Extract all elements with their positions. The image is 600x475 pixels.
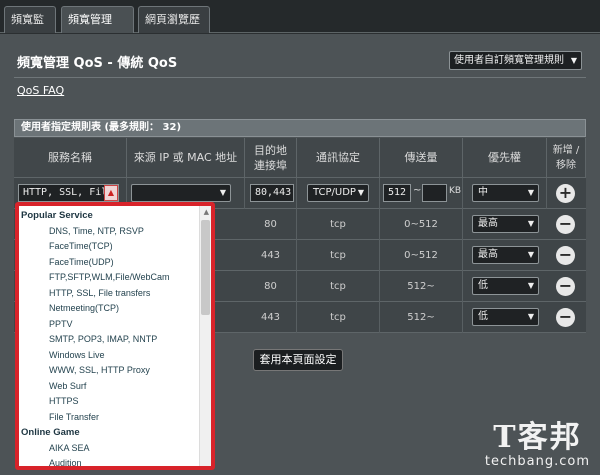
dropdown-option[interactable]: HTTP, SSL, File transfers (19, 286, 199, 302)
protocol-value: TCP/UDP (313, 187, 356, 198)
rule-table-caption: 使用者指定規則表 (最多規則： 32) (14, 119, 586, 137)
tab-web-history[interactable]: 網頁瀏覽歷史 (138, 6, 210, 51)
row-port: 80 (245, 271, 297, 302)
col-service-name: 服務名稱 (14, 138, 127, 178)
dropdown-option[interactable]: Netmeeting(TCP) (19, 301, 199, 317)
chevron-down-icon: ▼ (527, 312, 534, 321)
scrollbar-thumb[interactable] (201, 220, 210, 315)
page-title: 頻寬管理 QoS - 傳統 QoS (17, 56, 178, 71)
row-priority-select[interactable]: 低 ▼ (472, 308, 539, 326)
col-priority: 優先權 (463, 138, 547, 178)
dropdown-option[interactable]: Windows Live (19, 348, 199, 364)
source-ip-select[interactable]: ▼ (131, 184, 231, 202)
qos-mode-select[interactable]: 使用者自訂頻寬管理規則 ▼ (449, 51, 582, 70)
transfer-from-input[interactable]: 512 (383, 184, 411, 202)
dropdown-option[interactable]: FTP,SFTP,WLM,File/WebCam (19, 270, 199, 286)
dropdown-option[interactable]: File Transfer (19, 410, 199, 426)
service-dropdown-toggle[interactable]: ▲ (104, 185, 118, 201)
qos-mode-label: 使用者自訂頻寬管理規則 (454, 55, 564, 66)
minus-circle-icon[interactable]: − (556, 215, 575, 234)
priority-value: 最高 (478, 249, 498, 260)
dropdown-option[interactable]: Web Surf (19, 379, 199, 395)
dropdown-scrollbar[interactable]: ▲ (199, 206, 211, 466)
row-port: 443 (245, 302, 297, 333)
plus-circle-icon[interactable]: + (556, 184, 575, 203)
dropdown-option[interactable]: PPTV (19, 317, 199, 333)
chevron-down-icon: ▼ (570, 56, 577, 65)
dropdown-option[interactable]: AIKA SEA (19, 441, 199, 457)
chevron-down-icon: ▼ (357, 188, 364, 197)
scroll-up-icon[interactable]: ▲ (204, 208, 209, 216)
col-dest-port: 目的地連接埠 (245, 138, 297, 178)
apply-button[interactable]: 套用本頁面設定 (253, 349, 343, 371)
priority-value: 最高 (478, 218, 498, 229)
row-port: 80 (245, 209, 297, 240)
tab-qos[interactable]: 頻寬管理 QoS (61, 6, 134, 51)
col-add-remove: 新增 / 移除 (547, 138, 586, 178)
chevron-down-icon: ▼ (219, 188, 226, 197)
priority-value: 低 (478, 280, 488, 291)
chevron-down-icon: ▼ (527, 281, 534, 290)
range-separator: ~ (413, 185, 422, 196)
dropdown-option[interactable]: HTTPS (19, 394, 199, 410)
qos-faq-link[interactable]: QoS FAQ (17, 84, 64, 97)
dropdown-group-header: Popular Service (21, 210, 93, 221)
row-priority-select[interactable]: 低 ▼ (472, 277, 539, 295)
transfer-to-input[interactable] (422, 184, 447, 202)
row-transfer: 0~512 (380, 240, 463, 271)
service-dropdown-list: Popular Service DNS, Time, NTP, RSVP FaceT… (15, 202, 215, 470)
unit-label: KB (449, 186, 462, 196)
dest-port-input[interactable]: 80,443, (250, 184, 294, 202)
minus-circle-icon[interactable]: − (556, 308, 575, 327)
chevron-down-icon: ▼ (527, 188, 534, 197)
watermark-logo: T客邦 techbang.com (484, 420, 590, 470)
priority-value: 低 (478, 311, 488, 322)
priority-value: 中 (478, 187, 488, 198)
minus-circle-icon[interactable]: − (556, 277, 575, 296)
dropdown-group-header: Online Game (21, 427, 80, 438)
row-priority-select[interactable]: 最高 ▼ (472, 215, 539, 233)
watermark-url: techbang.com (484, 454, 590, 469)
row-protocol: tcp (297, 271, 380, 302)
row-protocol: tcp (297, 209, 380, 240)
col-source: 來源 IP 或 MAC 地址 (127, 138, 245, 178)
col-protocol: 通訊協定 (297, 138, 380, 178)
col-transfer: 傳送量 (380, 138, 463, 178)
row-protocol: tcp (297, 240, 380, 271)
row-port: 443 (245, 240, 297, 271)
dropdown-option[interactable]: DNS, Time, NTP, RSVP (19, 224, 199, 240)
dropdown-option[interactable]: Audition (19, 456, 199, 466)
row-protocol: tcp (297, 302, 380, 333)
tab-bandwidth-monitor[interactable]: 頻寬監控 (4, 6, 56, 51)
dropdown-option[interactable]: FaceTime(TCP) (19, 239, 199, 255)
dropdown-option[interactable]: FaceTime(UDP) (19, 255, 199, 271)
watermark-title: T客邦 (493, 420, 582, 455)
protocol-select[interactable]: TCP/UDP ▼ (307, 184, 369, 202)
dropdown-options: Popular Service DNS, Time, NTP, RSVP FaceT… (19, 208, 199, 466)
row-transfer: 0~512 (380, 209, 463, 240)
tab-bar: 頻寬監控 頻寬管理 QoS 網頁瀏覽歷史 (0, 0, 600, 51)
divider (14, 77, 586, 78)
row-transfer: 512~ (380, 271, 463, 302)
dropdown-option[interactable]: WWW, SSL, HTTP Proxy (19, 363, 199, 379)
priority-select[interactable]: 中 ▼ (472, 184, 539, 202)
chevron-down-icon: ▼ (527, 219, 534, 228)
dropdown-option[interactable]: SMTP, POP3, IMAP, NNTP (19, 332, 199, 348)
minus-circle-icon[interactable]: − (556, 246, 575, 265)
chevron-down-icon: ▼ (527, 250, 534, 259)
row-priority-select[interactable]: 最高 ▼ (472, 246, 539, 264)
row-transfer: 512~ (380, 302, 463, 333)
